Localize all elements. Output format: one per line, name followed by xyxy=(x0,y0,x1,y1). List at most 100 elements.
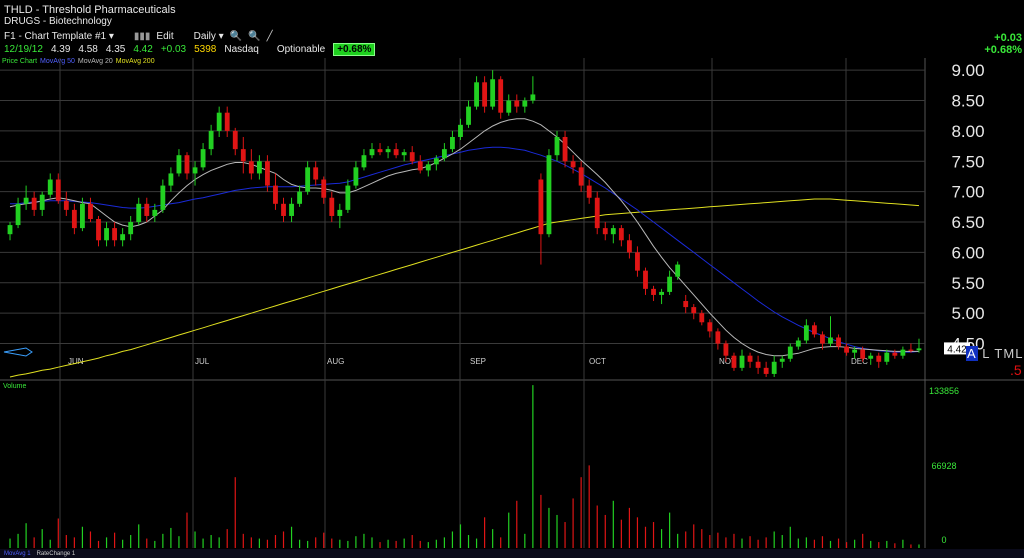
candle xyxy=(482,76,488,113)
candle-body xyxy=(104,228,109,241)
left-arrow-icon xyxy=(3,347,33,357)
candle-body xyxy=(120,234,126,241)
candle-body xyxy=(779,358,785,362)
candle-body xyxy=(31,197,37,210)
ma50-line xyxy=(10,146,920,353)
candle xyxy=(771,355,777,377)
candle xyxy=(184,152,190,180)
ma20-line xyxy=(9,118,919,357)
candle xyxy=(643,267,648,295)
candle xyxy=(466,100,471,128)
candle xyxy=(425,161,431,177)
candle-body xyxy=(176,155,182,174)
candle xyxy=(289,197,294,223)
candle xyxy=(659,288,664,305)
candle xyxy=(112,222,118,247)
candle-body xyxy=(39,194,45,210)
candle-body xyxy=(586,185,592,198)
candle-body xyxy=(458,124,463,137)
candle-body xyxy=(715,331,721,344)
candle-body xyxy=(47,179,53,195)
candle-body xyxy=(747,355,753,362)
candle xyxy=(393,143,399,159)
price-tick-label: 8.50 xyxy=(951,92,984,111)
candle-body xyxy=(152,209,158,216)
candle-body xyxy=(192,167,198,174)
candle xyxy=(610,225,616,244)
candle xyxy=(635,246,640,277)
price-tick-label: 5.50 xyxy=(951,274,984,293)
candle-body xyxy=(160,185,166,210)
candle-body xyxy=(739,355,745,368)
candle xyxy=(417,155,423,174)
candle xyxy=(71,203,77,235)
candle-body xyxy=(240,149,246,162)
candle-body xyxy=(313,167,319,180)
candle-body xyxy=(763,367,769,374)
candle-body xyxy=(329,197,335,216)
last-price-tag: 4.42 xyxy=(947,344,967,355)
candle-body xyxy=(466,106,471,125)
candle-body xyxy=(514,100,520,107)
candle-body xyxy=(482,82,488,107)
candle-body xyxy=(441,149,447,159)
candle-body xyxy=(594,197,600,229)
candle xyxy=(876,352,882,368)
candle-body xyxy=(184,155,190,174)
candle-body xyxy=(868,355,874,359)
candle xyxy=(208,124,214,156)
candle-body xyxy=(385,149,391,153)
candle xyxy=(570,155,576,174)
candle-body xyxy=(353,167,359,186)
candle xyxy=(353,161,359,189)
candle xyxy=(47,173,53,198)
candle-body xyxy=(498,79,504,113)
candle-body xyxy=(55,179,61,201)
candle-body xyxy=(80,203,85,229)
volume-tick-label: 66928 xyxy=(931,461,956,471)
atml-indicator: A L TML xyxy=(966,346,1024,361)
candle-body xyxy=(562,136,568,162)
candle xyxy=(128,215,134,241)
candle xyxy=(200,143,206,171)
candle xyxy=(273,173,278,210)
volume-panel-label: Volume xyxy=(3,383,26,390)
candle xyxy=(240,136,246,174)
candle-body xyxy=(208,130,214,150)
candle xyxy=(618,225,624,247)
candle xyxy=(490,70,496,110)
candle-body xyxy=(136,203,142,223)
candle-body xyxy=(635,252,640,271)
candle-body xyxy=(876,355,882,362)
candle xyxy=(450,130,455,153)
month-label: OCT xyxy=(589,357,606,366)
candle-body xyxy=(393,149,399,156)
candle-body xyxy=(860,349,866,359)
candle xyxy=(31,191,37,216)
candle xyxy=(844,343,849,356)
candle-body xyxy=(554,136,560,156)
candle-body xyxy=(506,100,512,113)
candle xyxy=(281,197,286,223)
red-marker: .5 xyxy=(1010,362,1022,378)
candle-body xyxy=(691,307,697,314)
candle xyxy=(594,191,600,235)
candle-body xyxy=(345,185,351,210)
candle-body xyxy=(216,112,222,131)
candle xyxy=(578,161,584,192)
candle-body xyxy=(265,161,270,186)
candle-body xyxy=(450,136,455,150)
candle xyxy=(731,352,737,371)
candle xyxy=(755,355,761,374)
candle xyxy=(401,149,407,162)
candle xyxy=(667,270,673,295)
candle-body xyxy=(128,222,134,235)
candle-body xyxy=(683,301,689,308)
candle-body xyxy=(63,200,69,210)
candle-body xyxy=(522,100,528,107)
candle-body xyxy=(96,219,101,241)
candle-body xyxy=(570,161,576,168)
candle-body xyxy=(659,291,664,295)
candle xyxy=(651,285,656,302)
candle xyxy=(602,222,608,241)
